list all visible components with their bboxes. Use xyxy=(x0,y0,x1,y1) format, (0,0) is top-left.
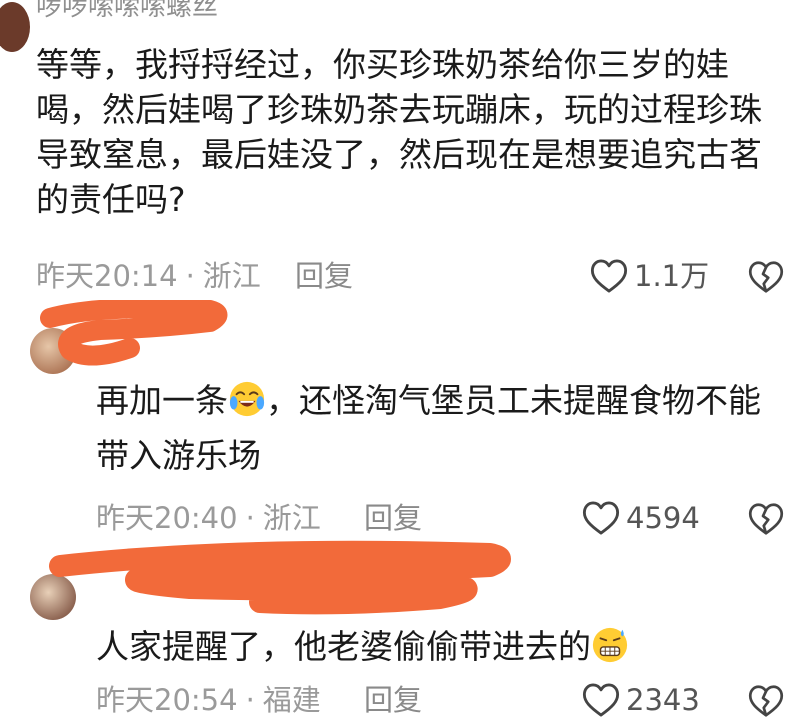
separator-dot: · xyxy=(245,501,255,535)
reply-meta: 昨天20:40 · 浙江 xyxy=(96,504,321,533)
reply-time: 昨天20:40 xyxy=(96,501,238,535)
reply-location: 福建 xyxy=(262,683,321,717)
like-count: 2343 xyxy=(626,682,700,717)
reply-text: 人家提醒了，他老婆偷偷带进去的 xyxy=(96,624,629,669)
reply-line: 再加一条 ，还怪淘气堡员工未提醒食物不能 xyxy=(96,378,761,423)
redaction-scribble xyxy=(49,540,511,615)
separator-dot: · xyxy=(185,259,195,293)
like-button[interactable]: 1.1万 xyxy=(590,258,709,294)
reply-text-part: 人家提醒了，他老婆偷偷带进去的 xyxy=(96,627,591,666)
comment-3: 人家提醒了，他老婆偷偷带进去的 昨天20:54 · 福建 回复 2343 xyxy=(0,540,800,717)
separator-dot: · xyxy=(245,683,255,717)
reply-button[interactable]: 回复 xyxy=(295,262,353,291)
avatar[interactable] xyxy=(30,328,76,374)
comment-location: 浙江 xyxy=(202,259,261,293)
reply-line: 带入游乐场 xyxy=(96,436,261,475)
reply-button[interactable]: 回复 xyxy=(364,504,422,533)
comment-username[interactable]: 啰啰嗦嗦嗦螺丝 xyxy=(36,0,218,20)
reply-text-part: ，还怪淘气堡员工未提醒食物不能 xyxy=(266,381,761,420)
dislike-button[interactable] xyxy=(748,684,784,718)
comment-meta: 昨天20:14 · 浙江 xyxy=(36,262,261,291)
reply-location: 浙江 xyxy=(262,501,321,535)
comment-line: 等等，我捋捋经过，你买珍珠奶茶给你三岁的娃 xyxy=(36,45,729,84)
like-count: 1.1万 xyxy=(634,258,710,293)
avatar[interactable] xyxy=(0,2,30,52)
like-count: 4594 xyxy=(626,500,700,535)
dislike-button[interactable] xyxy=(748,260,784,294)
heart-icon xyxy=(582,683,620,717)
heart-icon xyxy=(590,259,628,293)
dislike-button[interactable] xyxy=(748,502,784,536)
reply-text-part: 再加一条 xyxy=(96,381,228,420)
comment-time: 昨天20:14 xyxy=(36,259,178,293)
like-button[interactable]: 4594 xyxy=(582,500,700,536)
crying-laughing-emoji xyxy=(229,381,265,417)
reply-text: 再加一条 ，还怪淘气堡员工未提醒食物不能 带入游乐场 xyxy=(96,378,761,478)
broken-heart-icon xyxy=(748,685,784,717)
reply-meta: 昨天20:54 · 福建 xyxy=(96,686,321,715)
comment-line: 的责任吗? xyxy=(36,180,186,219)
comment-line: 喝，然后娃喝了珍珠奶茶去玩蹦床，玩的过程珍珠 xyxy=(36,90,762,129)
grimacing-sweat-emoji xyxy=(592,627,628,663)
broken-heart-icon xyxy=(748,503,784,535)
comment-text: 等等，我捋捋经过，你买珍珠奶茶给你三岁的娃 喝，然后娃喝了珍珠奶茶去玩蹦床，玩的… xyxy=(36,42,762,222)
reply-time: 昨天20:54 xyxy=(96,683,238,717)
comment-line: 导致窒息，最后娃没了，然后现在是想要追究古茗 xyxy=(36,135,762,174)
comment-2: 再加一条 ，还怪淘气堡员工未提醒食物不能 带入游乐场 昨天20:40 · 浙江 回复… xyxy=(0,300,800,540)
comment-1: 啰啰嗦嗦嗦螺丝 等等，我捋捋经过，你买珍珠奶茶给你三岁的娃 喝，然后娃喝了珍珠奶… xyxy=(0,0,800,300)
avatar[interactable] xyxy=(30,574,76,620)
like-button[interactable]: 2343 xyxy=(582,682,700,718)
broken-heart-icon xyxy=(748,261,784,293)
heart-icon xyxy=(582,501,620,535)
reply-button[interactable]: 回复 xyxy=(364,686,422,715)
